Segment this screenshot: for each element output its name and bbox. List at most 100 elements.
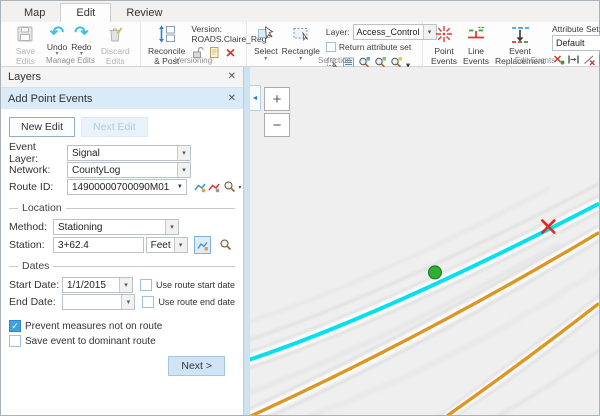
rectangle-select-icon <box>291 24 311 46</box>
end-date-select[interactable] <box>62 294 135 310</box>
layers-close-icon[interactable]: ✕ <box>228 72 236 82</box>
app-window: Map Edit Review Save Edits ↶ Undo ▾ ↷ Re… <box>0 0 600 416</box>
station-units-arrow-icon <box>174 238 187 252</box>
station-label: Station: <box>9 239 53 251</box>
clear-route-icon[interactable] <box>207 178 221 196</box>
method-arrow-icon <box>165 220 178 234</box>
attribute-set-select[interactable]: Default <box>552 35 600 51</box>
method-select[interactable]: Stationing <box>53 219 179 235</box>
use-route-end-date-label: Use route end date <box>158 297 235 307</box>
event-layer-arrow-icon <box>177 146 190 160</box>
location-section-label: Location <box>22 202 62 214</box>
return-attribute-set-checkbox[interactable] <box>326 42 336 52</box>
event-layer-select[interactable]: Signal <box>67 145 191 161</box>
undo-button[interactable]: ↶ Undo ▾ <box>45 24 69 56</box>
tab-map[interactable]: Map <box>9 4 60 22</box>
group-selection: Select ▾ Rectangle ▾ Layer: Access_Contr… <box>247 22 423 66</box>
point-event-marker[interactable] <box>428 266 441 279</box>
map-canvas <box>250 67 599 415</box>
end-date-label: End Date: <box>9 296 62 308</box>
reconcile-icon <box>157 24 177 46</box>
layer-label: Layer: <box>326 27 350 37</box>
trash-icon <box>105 24 125 46</box>
group-label-manage-edits: Manage Edits <box>1 56 140 65</box>
network-arrow-icon <box>177 163 190 177</box>
network-value: CountyLog <box>68 165 177 176</box>
redo-icon: ↷ <box>74 24 88 42</box>
station-input[interactable]: 3+62.4 <box>53 237 144 253</box>
use-route-end-date-checkbox[interactable] <box>142 296 154 308</box>
location-section-separator: Location <box>9 202 235 214</box>
dates-section-label: Dates <box>22 260 49 272</box>
use-route-start-date-label: Use route start date <box>156 280 235 290</box>
route-id-arrow-icon <box>173 180 186 194</box>
version-label: Version: <box>191 24 247 34</box>
next-edit-button[interactable]: Next Edit <box>81 117 148 137</box>
method-value: Stationing <box>54 222 165 233</box>
start-date-arrow-icon <box>119 278 132 292</box>
pick-location-on-map-icon[interactable] <box>194 236 212 254</box>
attribute-set-label: Attribute Set: <box>552 24 600 34</box>
route-id-value: 14900000700090M01 <box>68 182 173 193</box>
route-id-label: Route ID: <box>9 181 67 193</box>
new-edit-button[interactable]: New Edit <box>9 117 75 137</box>
add-point-events-close-icon[interactable]: ✕ <box>228 94 236 104</box>
point-events-icon <box>434 24 454 46</box>
undo-icon: ↶ <box>50 24 64 42</box>
station-value: 3+62.4 <box>58 240 89 251</box>
group-label-edit-events: Edit Events <box>423 56 600 65</box>
ribbon: Save Edits ↶ Undo ▾ ↷ Redo ▾ Discard Edi… <box>1 22 599 67</box>
save-icon <box>15 24 35 46</box>
route-line-orange-2[interactable] <box>447 303 599 415</box>
dominant-route-label: Save event to dominant route <box>25 336 156 347</box>
end-date-arrow-icon <box>121 295 134 309</box>
add-point-events-title: Add Point Events <box>8 93 92 105</box>
line-events-icon <box>466 24 486 46</box>
event-replacement-icon <box>509 24 531 46</box>
network-select[interactable]: CountyLog <box>67 162 191 178</box>
zoom-out-button[interactable]: − <box>264 113 290 137</box>
prevent-measures-checkbox[interactable] <box>9 320 21 332</box>
group-manage-edits: Save Edits ↶ Undo ▾ ↷ Redo ▾ Discard Edi… <box>1 22 141 66</box>
group-label-selection: Selection <box>247 56 422 65</box>
start-date-select[interactable]: 1/1/2015 <box>62 277 133 293</box>
tab-edit[interactable]: Edit <box>60 3 111 22</box>
layer-value: Access_Control <box>354 27 423 37</box>
start-date-value: 1/1/2015 <box>63 280 119 291</box>
redo-button[interactable]: ↷ Redo ▾ <box>69 24 93 56</box>
start-date-label: Start Date: <box>9 279 62 291</box>
prevent-measures-label: Prevent measures not on route <box>25 321 162 332</box>
next-button[interactable]: Next > <box>168 356 225 376</box>
add-point-events-form: New Edit Next Edit Event Layer: Signal N… <box>1 109 243 415</box>
event-layer-value: Signal <box>68 148 177 159</box>
tab-review[interactable]: Review <box>111 4 177 22</box>
network-label: Network: <box>9 164 67 176</box>
dates-section-separator: Dates <box>9 260 235 272</box>
method-label: Method: <box>9 221 53 233</box>
dominant-route-checkbox[interactable] <box>9 335 21 347</box>
zoom-to-location-icon[interactable] <box>217 236 235 254</box>
map-view[interactable]: ◄ + − <box>250 67 599 415</box>
layers-pane: Layers ✕ Add Point Events ✕ New Edit Nex… <box>1 67 244 415</box>
layers-pane-title: Layers <box>8 71 41 83</box>
station-units-value: Feet <box>147 240 174 251</box>
use-route-start-date-checkbox[interactable] <box>140 279 152 291</box>
add-point-events-header: Add Point Events ✕ <box>1 88 243 109</box>
route-id-combo[interactable]: 14900000700090M01 <box>67 179 187 195</box>
select-route-on-map-icon[interactable] <box>193 178 207 196</box>
attribute-set-value: Default <box>553 38 600 48</box>
map-zoom-control: + − <box>264 87 290 139</box>
layers-pane-header: Layers ✕ <box>1 67 243 88</box>
select-cursor-icon <box>256 24 276 46</box>
group-versioning: Reconcile & Post Version: ROADS.Claire_R… <box>141 22 247 66</box>
zoom-in-button[interactable]: + <box>264 87 290 111</box>
collapse-pane-tab[interactable]: ◄ <box>250 85 261 111</box>
group-edit-events: Point Events Line Events Event Replaceme… <box>423 22 600 66</box>
basemap-roads <box>250 184 599 415</box>
event-layer-label: Event Layer: <box>9 141 67 165</box>
collapse-left-icon: ◄ <box>252 95 259 102</box>
ribbon-tab-bar: Map Edit Review <box>1 1 599 22</box>
station-units-select[interactable]: Feet <box>146 237 188 253</box>
version-value: ROADS.Claire_Reg <box>191 34 247 44</box>
zoom-to-route-icon[interactable]: ▾ <box>223 178 241 196</box>
